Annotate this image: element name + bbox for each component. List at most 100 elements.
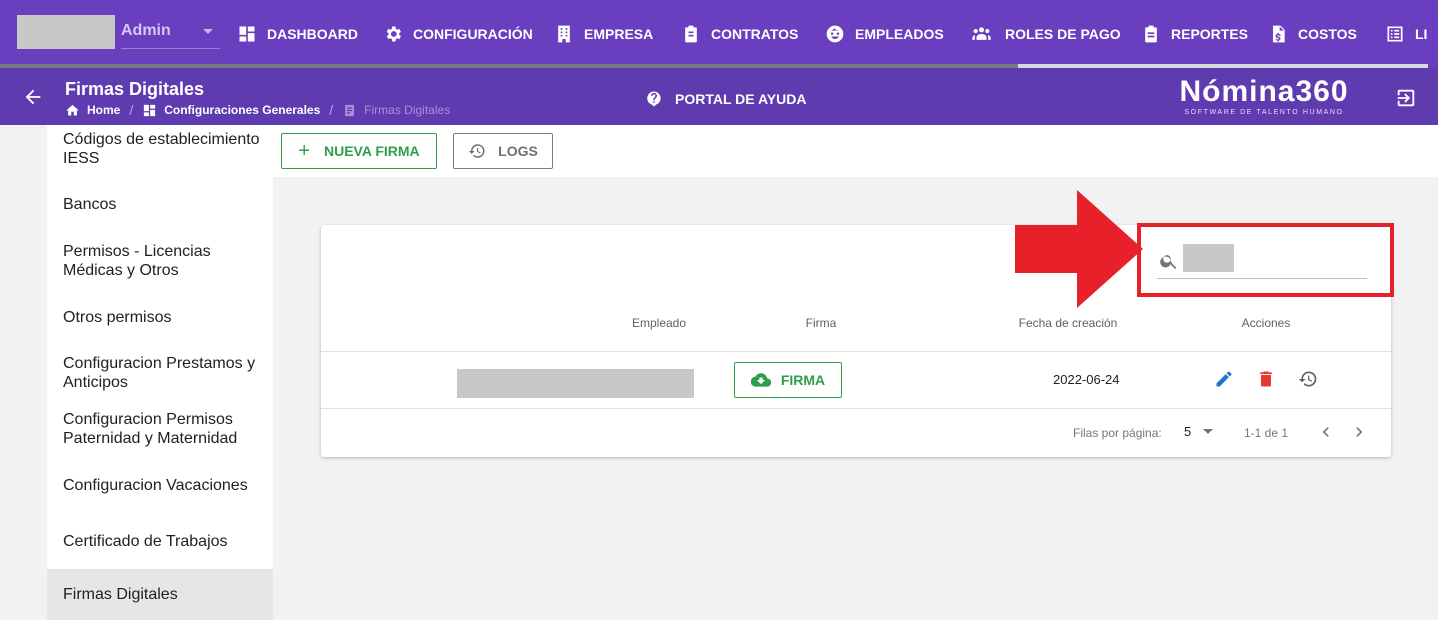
history-icon bbox=[1298, 371, 1317, 387]
breadcrumb-home[interactable]: Home bbox=[65, 103, 120, 118]
logs-label: LOGS bbox=[498, 143, 538, 159]
sidebar-item-otros-permisos[interactable]: Otros permisos bbox=[47, 307, 273, 327]
dashboard-icon bbox=[239, 26, 255, 42]
nav-roles-de-pago[interactable]: ROLES DE PAGO bbox=[968, 22, 1121, 46]
nav-li[interactable]: LI bbox=[1385, 22, 1427, 46]
column-header-empleado[interactable]: Empleado bbox=[632, 316, 686, 330]
dashboard-icon bbox=[144, 104, 156, 116]
sidebar-item-firmas-digitales[interactable]: Firmas Digitales bbox=[47, 569, 273, 620]
rows-per-page-value: 5 bbox=[1184, 424, 1192, 439]
nav-reportes[interactable]: REPORTES bbox=[1141, 22, 1248, 46]
settings-sidebar: Códigos de establecimiento IESS Bancos P… bbox=[47, 125, 273, 620]
history-button[interactable] bbox=[1298, 369, 1320, 391]
sidebar-item-permisos-paternidad[interactable]: Configuracion Permisos Paternidad y Mate… bbox=[47, 410, 273, 448]
nav-configuracion-label: CONFIGURACIÓN bbox=[413, 26, 533, 42]
document-icon bbox=[345, 104, 355, 116]
help-portal-label: PORTAL DE AYUDA bbox=[675, 91, 807, 107]
sidebar-item-label: Configuracion Prestamos y Anticipos bbox=[63, 355, 256, 391]
nav-costos-label: COSTOS bbox=[1298, 26, 1357, 42]
logout-button[interactable] bbox=[1395, 87, 1417, 109]
sidebar-item-label: Certificado de Trabajos bbox=[63, 532, 228, 550]
account-name: Admin bbox=[121, 22, 171, 39]
help-icon bbox=[647, 91, 661, 107]
breadcrumb-home-label: Home bbox=[87, 103, 121, 117]
help-portal-link[interactable]: PORTAL DE AYUDA bbox=[645, 90, 806, 108]
nav-dashboard[interactable]: DASHBOARD bbox=[237, 22, 358, 46]
creation-date: 2022-06-24 bbox=[1053, 372, 1120, 387]
nav-li-label: LI bbox=[1415, 26, 1428, 42]
employee-name-redacted bbox=[457, 369, 694, 398]
sidebar-item-label: Otros permisos bbox=[63, 308, 172, 326]
sidebar-item-codigos-iess[interactable]: Códigos de establecimiento IESS bbox=[47, 130, 273, 168]
nomina360-logo: Nómina360 SOFTWARE DE TALENTO HUMANO bbox=[1172, 76, 1356, 118]
breadcrumb-configuraciones[interactable]: Configuraciones Generales bbox=[142, 103, 320, 118]
sidebar-item-vacaciones[interactable]: Configuracion Vacaciones bbox=[47, 475, 273, 495]
breadcrumb-current-label: Firmas Digitales bbox=[364, 103, 451, 117]
breadcrumb: Home / Configuraciones Generales / Firma… bbox=[65, 102, 450, 118]
sidebar-item-label: Configuracion Vacaciones bbox=[63, 476, 248, 494]
sidebar-item-permisos-licencias[interactable]: Permisos - Licencias Médicas y Otros bbox=[47, 242, 273, 280]
annotation-highlight-box bbox=[1137, 223, 1394, 297]
column-header-acciones: Acciones bbox=[1241, 316, 1291, 330]
sidebar-item-label: Configuracion Permisos Paternidad y Mate… bbox=[63, 411, 238, 447]
nav-reportes-label: REPORTES bbox=[1171, 26, 1249, 42]
home-icon bbox=[66, 104, 79, 115]
sidebar-item-label: Bancos bbox=[63, 195, 117, 213]
column-header-fecha[interactable]: Fecha de creación bbox=[1019, 316, 1118, 330]
sidebar-item-label: Permisos - Licencias Médicas y Otros bbox=[63, 243, 211, 279]
sidebar-item-label: Códigos de establecimiento IESS bbox=[63, 131, 260, 167]
account-selector[interactable]: Admin bbox=[17, 15, 220, 49]
account-avatar bbox=[17, 15, 115, 49]
edit-button[interactable] bbox=[1214, 369, 1236, 391]
new-signature-button[interactable]: + NUEVA FIRMA bbox=[281, 133, 437, 169]
download-signature-button[interactable]: FIRMA bbox=[734, 362, 842, 398]
building-icon bbox=[558, 25, 570, 43]
logs-button[interactable]: LOGS bbox=[453, 133, 553, 169]
breadcrumb-separator: / bbox=[129, 102, 134, 118]
rows-per-page-label: Filas por página: bbox=[1073, 426, 1162, 440]
nav-contratos[interactable]: CONTRATOS bbox=[681, 22, 798, 46]
page-title: Firmas Digitales bbox=[65, 79, 205, 99]
nav-roles-de-pago-label: ROLES DE PAGO bbox=[1005, 26, 1121, 42]
chevron-down-icon bbox=[203, 29, 213, 34]
new-signature-label: NUEVA FIRMA bbox=[324, 143, 420, 159]
toolbar: + NUEVA FIRMA LOGS bbox=[273, 125, 1438, 177]
trash-icon bbox=[1260, 371, 1272, 387]
delete-button[interactable] bbox=[1256, 369, 1278, 391]
history-icon bbox=[468, 144, 485, 158]
nav-contratos-label: CONTRATOS bbox=[711, 26, 799, 42]
account-underline bbox=[121, 48, 220, 49]
table-divider bbox=[321, 351, 1391, 352]
breadcrumb-separator: / bbox=[329, 102, 334, 118]
list-icon bbox=[1387, 26, 1403, 42]
breadcrumb-configuraciones-label: Configuraciones Generales bbox=[164, 103, 321, 117]
gear-icon bbox=[386, 26, 401, 42]
plus-icon: + bbox=[298, 140, 310, 162]
nav-empresa[interactable]: EMPRESA bbox=[554, 22, 653, 46]
rows-per-page-select[interactable]: 5 bbox=[1184, 424, 1214, 439]
previous-page-button[interactable] bbox=[1316, 422, 1338, 444]
sidebar-item-certificado-trabajos[interactable]: Certificado de Trabajos bbox=[47, 531, 273, 551]
report-icon bbox=[1145, 25, 1157, 43]
nav-empleados[interactable]: EMPLEADOS bbox=[825, 22, 944, 46]
sidebar-item-bancos[interactable]: Bancos bbox=[47, 194, 273, 214]
table-divider bbox=[321, 408, 1391, 409]
nav-empleados-label: EMPLEADOS bbox=[855, 26, 944, 42]
sidebar-item-prestamos-anticipos[interactable]: Configuracion Prestamos y Anticipos bbox=[47, 354, 273, 392]
logo-wordmark: Nómina360 bbox=[1179, 75, 1349, 108]
face-icon bbox=[826, 25, 844, 43]
column-header-firma[interactable]: Firma bbox=[806, 316, 837, 330]
breadcrumb-current: Firmas Digitales bbox=[342, 103, 450, 118]
nav-configuracion[interactable]: CONFIGURACIÓN bbox=[383, 22, 533, 46]
sidebar-item-label: Firmas Digitales bbox=[63, 586, 178, 603]
pagination-range: 1-1 de 1 bbox=[1244, 426, 1289, 440]
page-header: Firmas Digitales Home / Configuraciones … bbox=[0, 68, 1438, 125]
pencil-icon bbox=[1216, 371, 1232, 387]
logout-icon bbox=[1397, 89, 1415, 107]
cloud-download-icon bbox=[750, 373, 771, 387]
next-page-button[interactable] bbox=[1349, 422, 1371, 444]
nav-empresa-label: EMPRESA bbox=[584, 26, 654, 42]
nav-costos[interactable]: COSTOS bbox=[1268, 22, 1357, 46]
clipboard-icon bbox=[685, 25, 697, 43]
back-button[interactable] bbox=[22, 86, 44, 108]
